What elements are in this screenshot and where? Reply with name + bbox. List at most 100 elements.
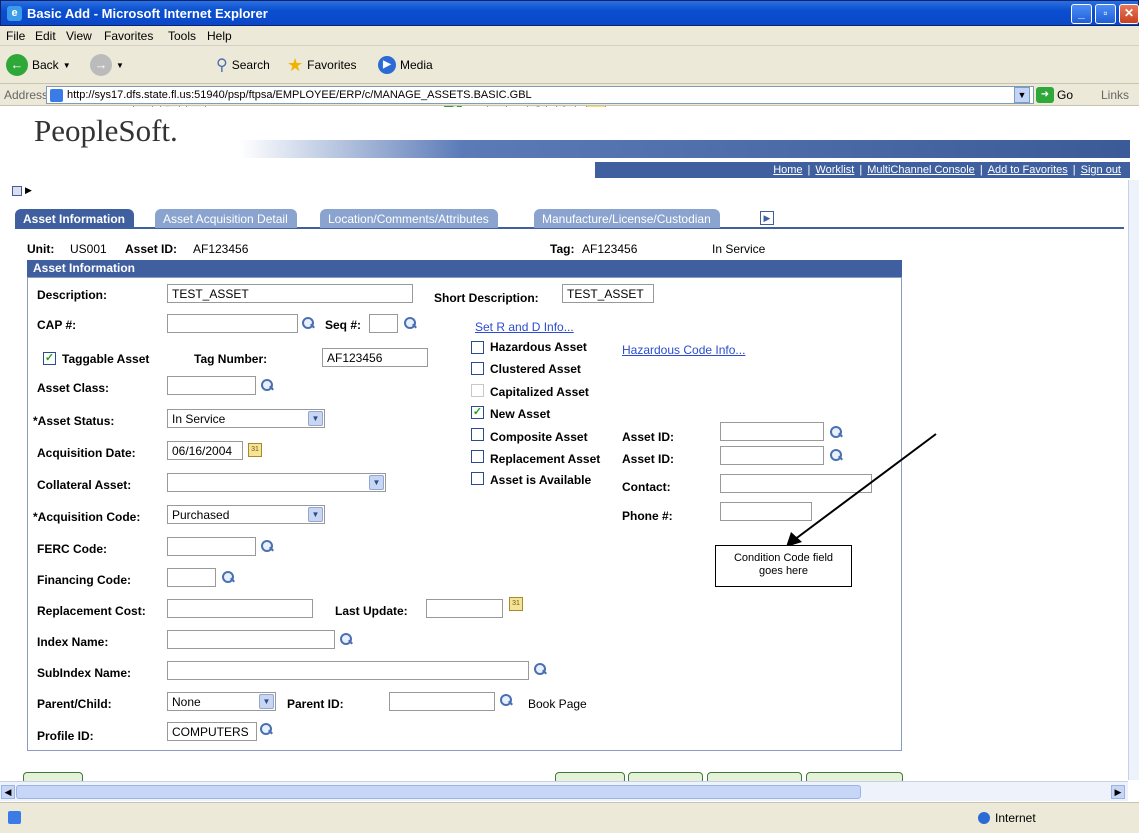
profile-id-input[interactable]: COMPUTERS bbox=[167, 722, 257, 741]
scroll-right-icon[interactable]: ▶ bbox=[1111, 785, 1125, 799]
address-dropdown-icon[interactable]: ▼ bbox=[1014, 87, 1030, 103]
tag-number-label: Tag Number: bbox=[194, 352, 268, 366]
ferc-code-label: FERC Code: bbox=[37, 542, 107, 556]
search-button[interactable]: ⚲ Search bbox=[216, 54, 270, 76]
collateral-asset-label: Collateral Asset: bbox=[37, 478, 132, 492]
go-label: Go bbox=[1057, 88, 1074, 102]
zone-label: Internet bbox=[995, 811, 1036, 825]
tab-location-comments-attributes[interactable]: Location/Comments/Attributes bbox=[320, 209, 498, 228]
expand-arrow-icon[interactable]: ▶ bbox=[25, 185, 32, 196]
index-name-input[interactable] bbox=[167, 630, 335, 649]
last-update-input[interactable] bbox=[426, 599, 503, 618]
capitalized-asset-checkbox[interactable] bbox=[471, 384, 484, 397]
acquisition-date-input[interactable]: 06/16/2004 bbox=[167, 441, 243, 460]
cap-lookup-icon[interactable] bbox=[301, 316, 315, 330]
menu-favorites[interactable]: Favorites bbox=[104, 29, 153, 43]
collateral-asset-select[interactable]: ▼ bbox=[167, 473, 386, 492]
menu-view[interactable]: View bbox=[66, 29, 92, 43]
seq-input[interactable] bbox=[369, 314, 398, 333]
acquisition-code-select[interactable]: Purchased ▼ bbox=[167, 505, 325, 524]
search-icon: ⚲ bbox=[216, 57, 228, 74]
menu-file[interactable]: File bbox=[6, 29, 25, 43]
multichannel-console-link[interactable]: MultiChannel Console bbox=[862, 164, 980, 176]
acquisition-code-label: *Acquisition Code: bbox=[33, 510, 141, 524]
hazardous-asset-checkbox[interactable] bbox=[471, 341, 484, 354]
description-input[interactable]: TEST_ASSET bbox=[167, 284, 413, 303]
short-description-input[interactable]: TEST_ASSET bbox=[562, 284, 654, 303]
horizontal-scrollbar[interactable]: ◀ ▶ bbox=[0, 781, 1128, 801]
vertical-scrollbar[interactable] bbox=[1128, 180, 1139, 780]
address-bar: Address http://sys17.dfs.state.fl.us:519… bbox=[0, 84, 1139, 106]
set-r-and-d-link[interactable]: Set R and D Info... bbox=[475, 320, 574, 334]
replacement-asset-label: Replacement Asset bbox=[490, 452, 601, 466]
asset-available-checkbox[interactable] bbox=[471, 472, 484, 485]
calendar-icon[interactable]: 31 bbox=[509, 597, 523, 611]
profile-id-lookup-icon[interactable] bbox=[259, 722, 273, 736]
maximize-button[interactable]: ▫ bbox=[1095, 4, 1116, 24]
parent-id-input[interactable] bbox=[389, 692, 495, 711]
favorites-button[interactable]: ★ Favorites bbox=[287, 54, 357, 76]
menu-tools[interactable]: Tools bbox=[168, 29, 196, 43]
tab-asset-acquisition-detail[interactable]: Asset Acquisition Detail bbox=[155, 209, 297, 228]
forward-button[interactable]: → ▼ bbox=[90, 54, 124, 76]
cap-input[interactable] bbox=[167, 314, 298, 333]
clustered-asset-checkbox[interactable] bbox=[471, 362, 484, 375]
menu-help[interactable]: Help bbox=[207, 29, 232, 43]
address-label: Address bbox=[4, 88, 49, 102]
capitalized-asset-label: Capitalized Asset bbox=[490, 385, 589, 399]
index-name-lookup-icon[interactable] bbox=[339, 632, 353, 646]
menu-edit[interactable]: Edit bbox=[35, 29, 56, 43]
menu-toggle-icon[interactable] bbox=[12, 186, 22, 196]
add-to-favorites-link[interactable]: Add to Favorites bbox=[983, 164, 1073, 176]
composite-asset-label: Composite Asset bbox=[490, 430, 588, 444]
home-link[interactable]: Home bbox=[768, 164, 807, 176]
taggable-asset-checkbox[interactable]: ✓ bbox=[43, 352, 56, 365]
asset-class-lookup-icon[interactable] bbox=[260, 378, 274, 392]
ferc-code-lookup-icon[interactable] bbox=[260, 539, 274, 553]
scroll-thumb[interactable] bbox=[16, 785, 861, 799]
back-label: Back bbox=[32, 58, 59, 72]
parent-id-lookup-icon[interactable] bbox=[499, 693, 513, 707]
asset-status-select[interactable]: In Service ▼ bbox=[167, 409, 325, 428]
calendar-icon[interactable]: 31 bbox=[248, 443, 262, 457]
seq-lookup-icon[interactable] bbox=[403, 316, 417, 330]
unit-label: Unit: bbox=[27, 242, 55, 256]
seq-label: Seq #: bbox=[325, 318, 362, 332]
new-asset-checkbox[interactable]: ✓ bbox=[471, 406, 484, 419]
parent-child-label: Parent/Child: bbox=[37, 697, 112, 711]
close-button[interactable]: ✕ bbox=[1119, 4, 1139, 24]
financing-code-input[interactable] bbox=[167, 568, 216, 587]
new-asset-label: New Asset bbox=[490, 407, 551, 421]
tab-manufacture-license-custodian[interactable]: Manufacture/License/Custodian bbox=[534, 209, 720, 228]
section-header: Asset Information bbox=[27, 260, 902, 277]
tab-asset-information[interactable]: Asset Information bbox=[15, 209, 135, 228]
page-tabs: Asset Information Asset Acquisition Deta… bbox=[15, 209, 1124, 229]
hazardous-code-info-link[interactable]: Hazardous Code Info... bbox=[622, 343, 745, 357]
ferc-code-input[interactable] bbox=[167, 537, 256, 556]
next-tab-icon[interactable]: ▶ bbox=[760, 211, 774, 225]
chevron-down-icon: ▼ bbox=[308, 411, 323, 426]
sign-out-link[interactable]: Sign out bbox=[1076, 164, 1126, 176]
subindex-name-lookup-icon[interactable] bbox=[533, 662, 547, 676]
favorites-label: Favorites bbox=[307, 58, 357, 72]
go-button[interactable]: ➜ Go bbox=[1036, 87, 1073, 103]
minimize-button[interactable]: _ bbox=[1071, 4, 1092, 24]
address-input[interactable]: http://sys17.dfs.state.fl.us:51940/psp/f… bbox=[46, 86, 1034, 104]
composite-asset-checkbox[interactable] bbox=[471, 428, 484, 441]
parent-child-select[interactable]: None ▼ bbox=[167, 692, 276, 711]
title-bar: e Basic Add - Microsoft Internet Explore… bbox=[0, 0, 1139, 26]
subindex-name-input[interactable] bbox=[167, 661, 529, 680]
annotation-note: Condition Code field goes here bbox=[715, 545, 852, 587]
worklist-link[interactable]: Worklist bbox=[810, 164, 859, 176]
window-title: Basic Add - Microsoft Internet Explorer bbox=[27, 6, 268, 21]
replacement-cost-input[interactable] bbox=[167, 599, 313, 618]
asset-class-input[interactable] bbox=[167, 376, 256, 395]
tag-number-input[interactable]: AF123456 bbox=[322, 348, 428, 367]
links-button[interactable]: Links bbox=[1101, 88, 1129, 102]
replacement-asset-checkbox[interactable] bbox=[471, 450, 484, 463]
financing-code-lookup-icon[interactable] bbox=[221, 570, 235, 584]
back-button[interactable]: ← Back ▼ bbox=[6, 54, 71, 76]
subindex-name-label: SubIndex Name: bbox=[37, 666, 132, 680]
scroll-left-icon[interactable]: ◀ bbox=[1, 785, 15, 799]
media-button[interactable]: ▶ Media bbox=[378, 54, 433, 76]
